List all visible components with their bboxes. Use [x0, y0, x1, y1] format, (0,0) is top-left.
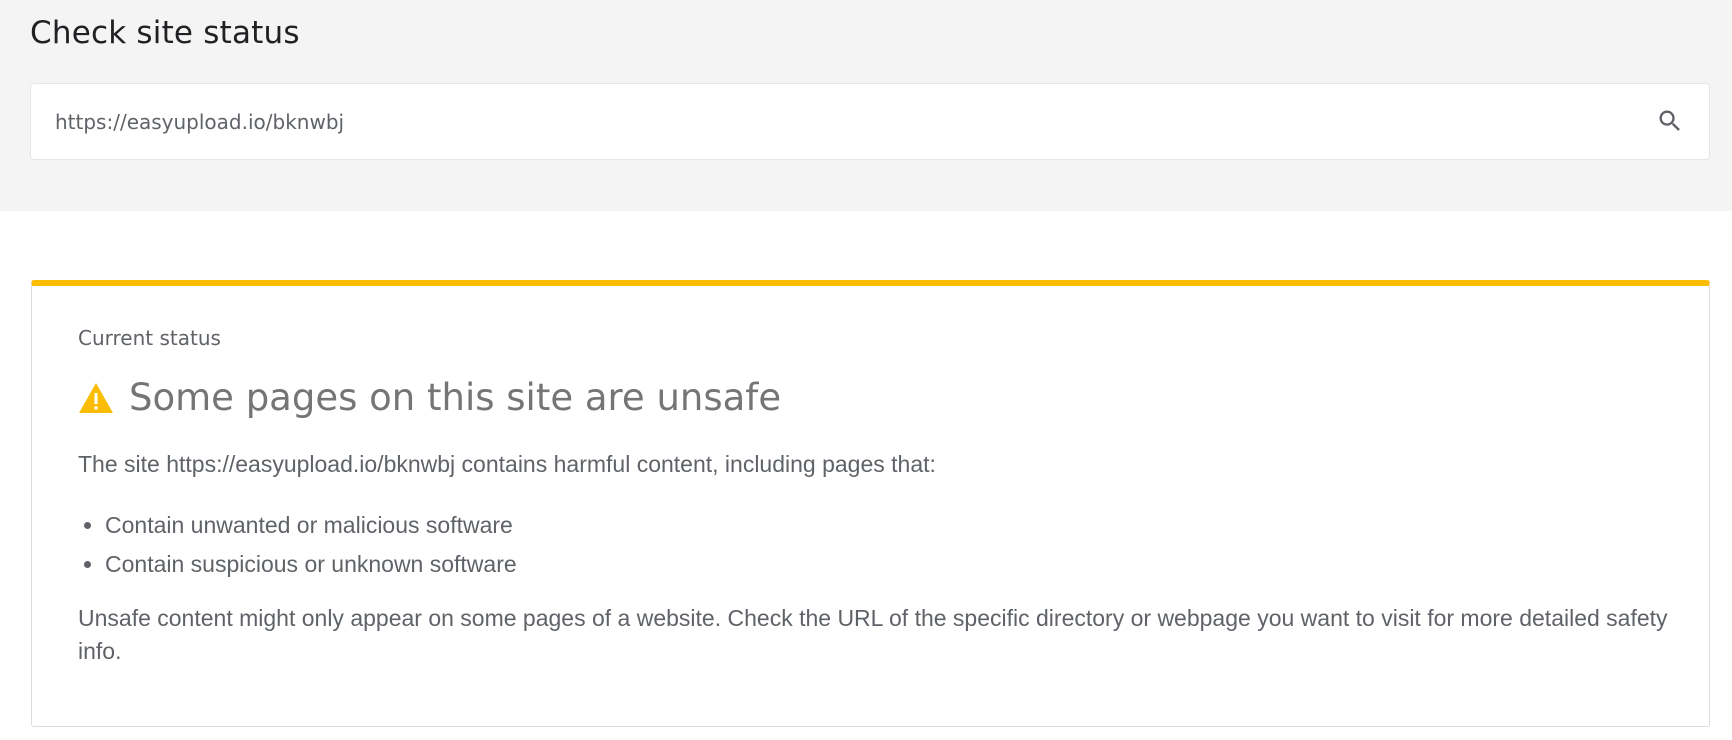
reason-item: Contain suspicious or unknown software: [105, 545, 517, 584]
url-search-input[interactable]: [55, 84, 1615, 159]
search-section: Check site status: [0, 0, 1732, 211]
status-heading-text: Some pages on this site are unsafe: [129, 376, 782, 419]
search-icon: [1659, 110, 1680, 131]
warning-icon: [79, 383, 113, 413]
status-card: Current status Some pages on this site a…: [31, 280, 1710, 727]
reason-item: Contain unwanted or malicious software: [105, 506, 517, 545]
status-note: Unsafe content might only appear on some…: [78, 605, 1668, 664]
page-title: Check site status: [30, 15, 300, 51]
search-button[interactable]: [1653, 104, 1687, 138]
status-heading: Some pages on this site are unsafe: [78, 375, 781, 421]
reason-list: Contain unwanted or malicious software C…: [78, 506, 517, 584]
search-box: [30, 83, 1710, 160]
status-description: The site https://easyupload.io/bknwbj co…: [78, 451, 936, 477]
status-label: Current status: [78, 326, 221, 350]
